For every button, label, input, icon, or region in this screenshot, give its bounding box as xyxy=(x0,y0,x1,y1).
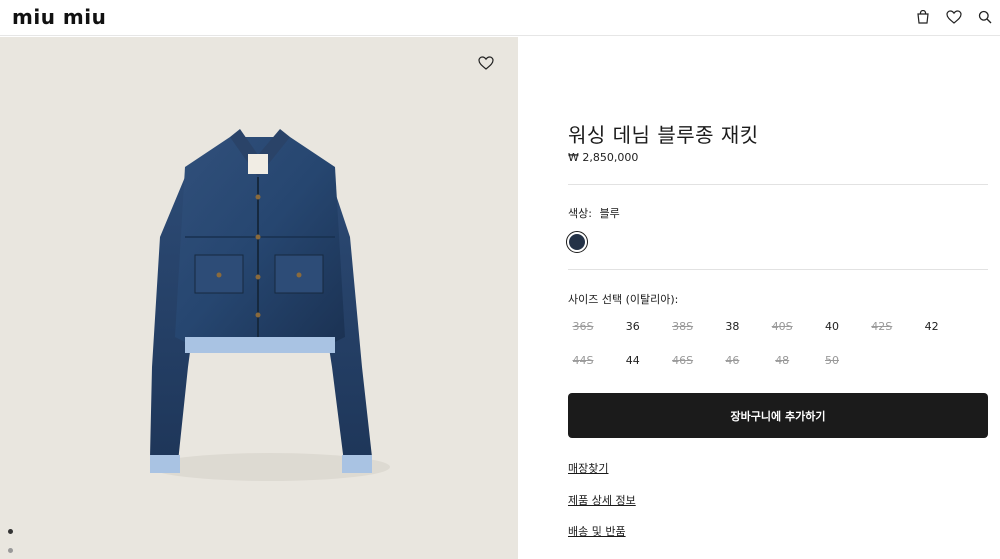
brand-logo[interactable]: miu miu xyxy=(12,5,106,29)
gallery-dot[interactable] xyxy=(8,548,13,553)
size-label: 사이즈 선택 (이탈리아): xyxy=(568,293,679,306)
size-option-46[interactable]: 46 xyxy=(712,351,752,371)
search-icon[interactable] xyxy=(975,7,995,27)
size-option-46s[interactable]: 46S xyxy=(663,351,703,371)
color-label-text: 색상: xyxy=(568,207,592,220)
size-option-40[interactable]: 40 xyxy=(812,317,852,337)
bag-icon[interactable] xyxy=(913,7,933,27)
product-price: ₩ 2,850,000 xyxy=(568,151,639,164)
size-option-42[interactable]: 42 xyxy=(912,317,952,337)
color-swatch-blue[interactable] xyxy=(566,231,588,253)
size-option-36[interactable]: 36 xyxy=(613,317,653,337)
product-title: 워싱 데님 블루종 재킷 xyxy=(568,123,759,147)
size-option-38[interactable]: 38 xyxy=(712,317,752,337)
size-option-36s[interactable]: 36S xyxy=(563,317,603,337)
size-option-42s[interactable]: 42S xyxy=(862,317,902,337)
product-image-gallery[interactable] xyxy=(0,37,518,559)
heart-icon[interactable] xyxy=(944,7,964,27)
size-option-44[interactable]: 44 xyxy=(613,351,653,371)
add-to-cart-button[interactable]: 장바구니에 추가하기 xyxy=(568,393,988,438)
wishlist-heart-icon[interactable] xyxy=(478,55,498,75)
product-image xyxy=(150,129,390,481)
size-option-50[interactable]: 50 xyxy=(812,351,852,371)
shipping-returns-link[interactable]: 배송 및 반품 xyxy=(568,523,626,539)
size-option-40s[interactable]: 40S xyxy=(762,317,802,337)
size-option-38s[interactable]: 38S xyxy=(663,317,703,337)
gallery-dot[interactable] xyxy=(8,529,13,534)
store-locator-link[interactable]: 매장찾기 xyxy=(568,460,608,476)
divider xyxy=(568,269,988,270)
site-header: miu miu xyxy=(0,0,1000,36)
product-details-link[interactable]: 제품 상세 정보 xyxy=(568,492,636,508)
size-option-44s[interactable]: 44S xyxy=(563,351,603,371)
size-option-48[interactable]: 48 xyxy=(762,351,802,371)
gallery-pagination xyxy=(8,529,13,553)
divider xyxy=(568,184,988,185)
color-value: 블루 xyxy=(599,207,620,220)
color-label: 색상: 블루 xyxy=(568,205,620,221)
